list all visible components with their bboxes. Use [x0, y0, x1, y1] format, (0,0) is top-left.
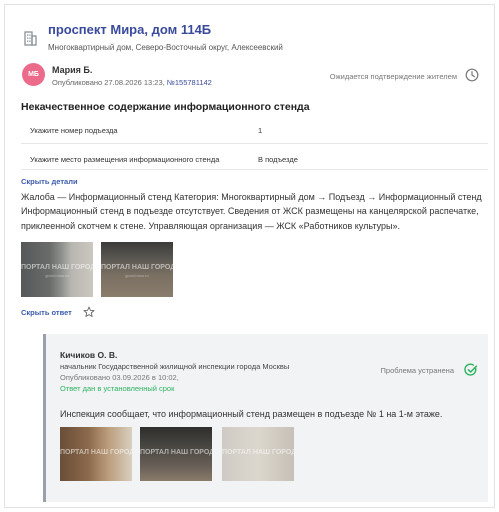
problem-status: Проблема устранена [380, 366, 454, 375]
photo-watermark: ПОРТАЛ НАШ ГОРОД [101, 264, 173, 271]
reply-text: Инспекция сообщает, что информационный с… [60, 409, 443, 419]
official-reply: Кичиков О. В. начальник Государственной … [43, 334, 488, 502]
photo-watermark: ПОРТАЛ НАШ ГОРОД [21, 264, 93, 271]
avatar: МБ [22, 63, 45, 86]
star-icon[interactable] [83, 306, 95, 318]
detail-label: Укажите место размещения информационного… [30, 155, 220, 164]
complaint-photo[interactable]: ПОРТАЛ НАШ ГОРОД gorod.mos.ru [101, 242, 173, 297]
issue-title: Некачественное содержание информационног… [21, 101, 310, 113]
photo-watermark: ПОРТАЛ НАШ ГОРОД [222, 448, 294, 456]
building-icon [24, 31, 37, 46]
author-name: Мария Б. [52, 65, 93, 75]
issue-number-link[interactable]: №155781142 [167, 78, 212, 87]
published-date: Опубликовано 27.08.2026 13:23, [52, 78, 165, 87]
address-subtitle: Многоквартирный дом, Северо-Восточный ок… [48, 43, 283, 52]
reply-photo[interactable]: ПОРТАЛ НАШ ГОРОД [140, 427, 212, 481]
photo-watermark: ПОРТАЛ НАШ ГОРОД [140, 448, 212, 456]
reply-author-position: начальник Государственной жилищной инспе… [60, 362, 290, 371]
reply-term-status: Ответ дан в установленный срок [60, 384, 175, 393]
clock-icon [465, 68, 479, 82]
appeal-card: проспект Мира, дом 114Б Многоквартирный … [4, 4, 495, 508]
complaint-photo[interactable]: ПОРТАЛ НАШ ГОРОД gorod.mos.ru [21, 242, 93, 297]
published-info: Опубликовано 27.08.2026 13:23, №15578114… [52, 78, 212, 87]
reply-photo[interactable]: ПОРТАЛ НАШ ГОРОД [60, 427, 132, 481]
detail-label: Укажите номер подъезда [30, 126, 118, 135]
check-circle-icon [464, 363, 478, 376]
address-title[interactable]: проспект Мира, дом 114Б [48, 22, 211, 37]
hide-answer-link[interactable]: Скрыть ответ [21, 308, 72, 317]
reply-author-name: Кичиков О. В. [60, 350, 118, 360]
detail-value: 1 [258, 126, 263, 135]
detail-value: В подъезде [258, 155, 298, 164]
details-row: Укажите место размещения информационного… [21, 144, 488, 170]
photo-watermark-sub: gorod.mos.ru [45, 273, 69, 279]
complaint-text: Жалоба — Информационный стенд Категория:… [21, 192, 482, 231]
status-text: Ожидается подтверждение жителем [329, 72, 457, 81]
photo-watermark: ПОРТАЛ НАШ ГОРОД [60, 448, 132, 456]
details-row: Укажите номер подъезда 1 [21, 118, 488, 144]
reply-published-date: Опубликовано 03.09.2026 в 10:02, [60, 373, 179, 382]
reply-photo[interactable]: ПОРТАЛ НАШ ГОРОД [222, 427, 294, 481]
photo-watermark-sub: gorod.mos.ru [125, 273, 149, 279]
details-table: Укажите номер подъезда 1 Укажите место р… [21, 118, 488, 170]
hide-details-link[interactable]: Скрыть детали [21, 177, 78, 186]
